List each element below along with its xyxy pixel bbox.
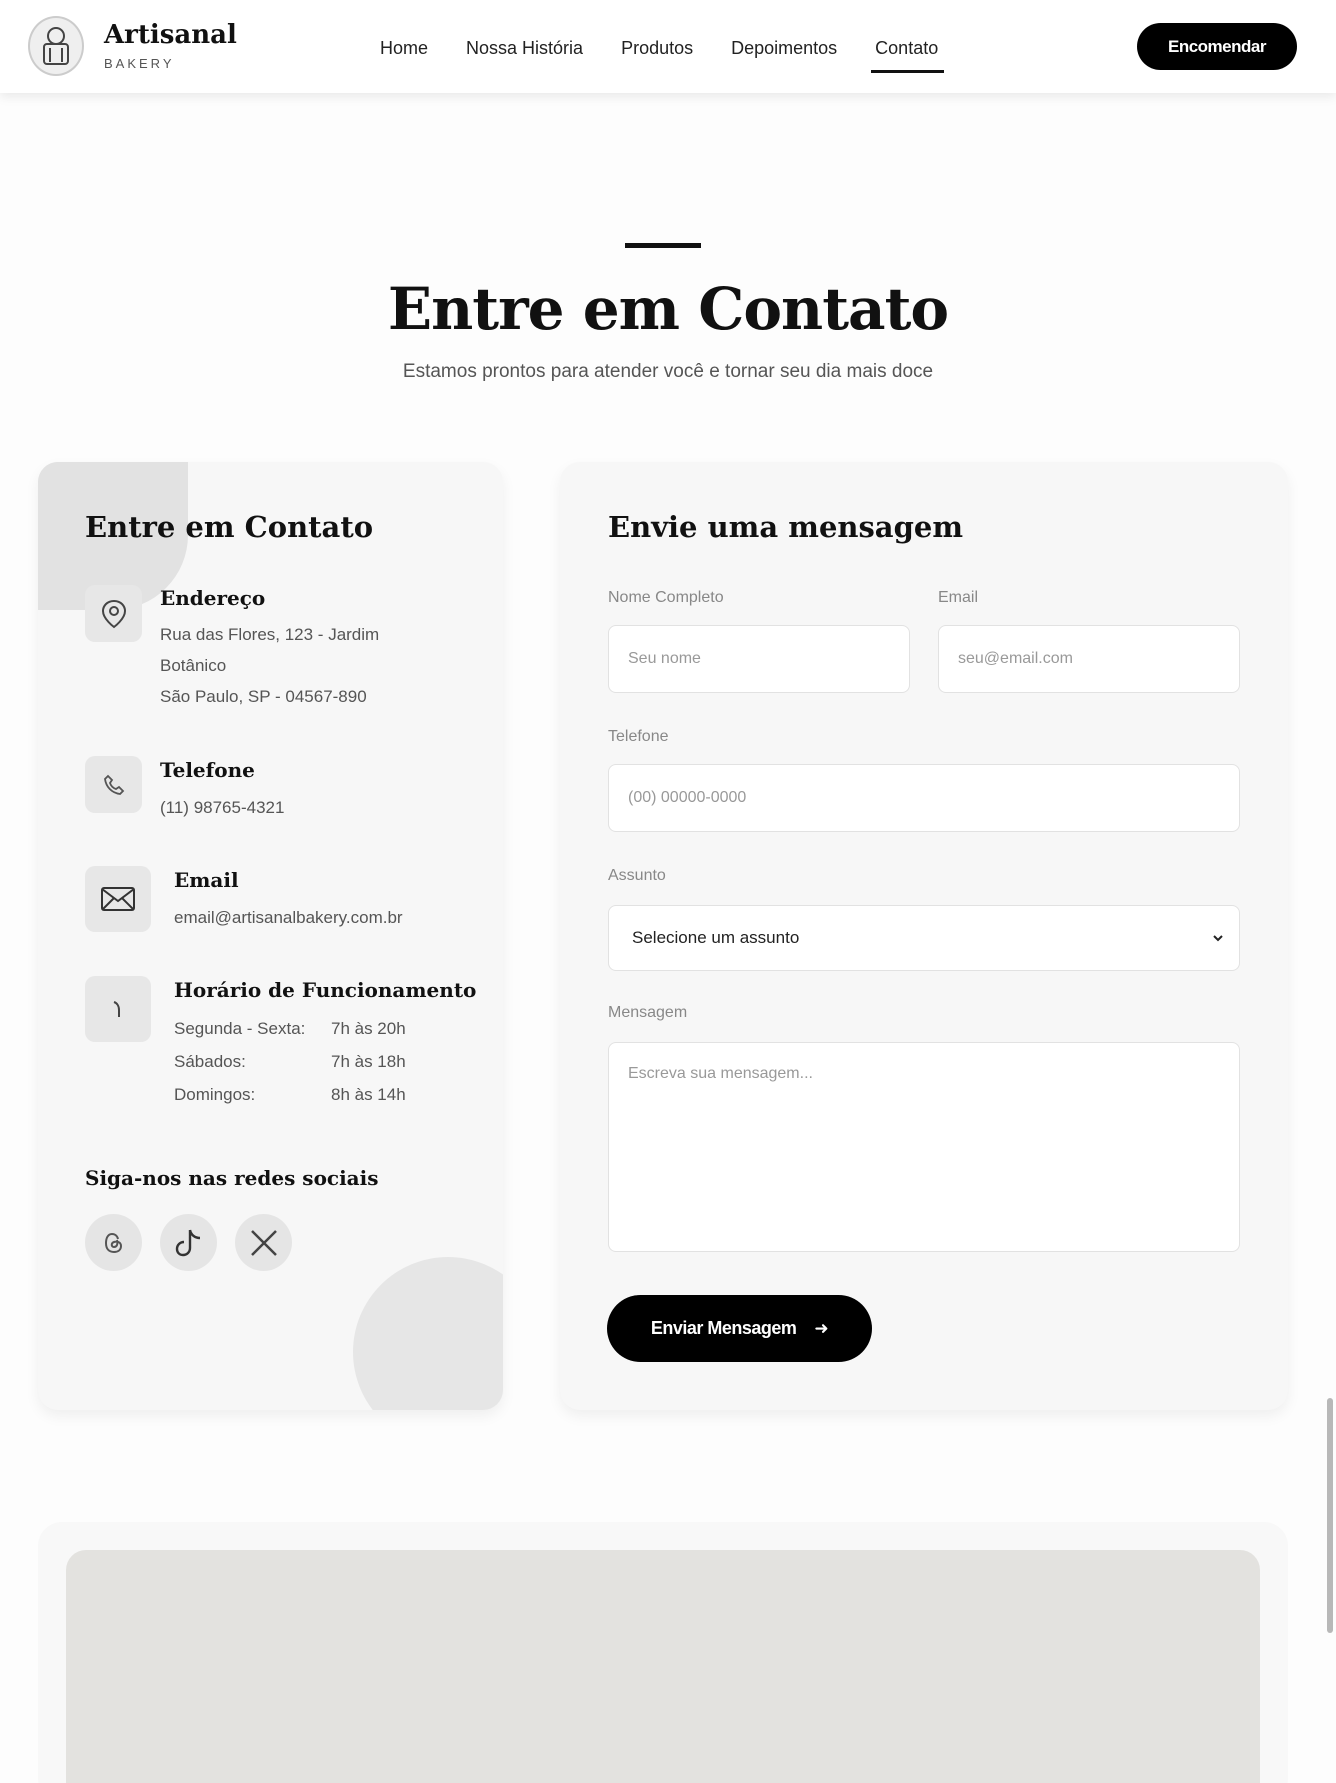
- map-section: [38, 1522, 1288, 1783]
- main-nav: Home Nossa História Produtos Depoimentos…: [380, 38, 976, 73]
- phone-value[interactable]: (11) 98765-4321: [160, 792, 284, 823]
- phone-input[interactable]: (00) 00000-0000: [608, 764, 1240, 832]
- page-scrollbar[interactable]: [1327, 1398, 1333, 1633]
- map-placeholder[interactable]: [66, 1550, 1260, 1783]
- name-input[interactable]: Seu nome: [608, 625, 910, 693]
- hours-time: 7h às 20h: [331, 1019, 406, 1038]
- message-label: Mensagem: [608, 1004, 688, 1021]
- threads-icon[interactable]: [85, 1214, 142, 1271]
- hours-day: Sábados:: [174, 1052, 246, 1071]
- arrow-right-icon: ➜: [814, 1318, 829, 1338]
- hours-row: Sábados: 7h às 18h: [174, 1045, 406, 1078]
- top-navbar: Artisanal BAKERY Home Nossa História Pro…: [0, 0, 1336, 93]
- phone-field-label: Telefone: [608, 728, 669, 745]
- nav-link-home[interactable]: Home: [380, 38, 428, 73]
- address-text: Rua das Flores, 123 - Jardim Botânico Sã…: [160, 619, 379, 712]
- section-subtitle: Estamos prontos para atender você e torn…: [402, 361, 934, 382]
- order-button[interactable]: Encomendar: [1137, 23, 1297, 70]
- subject-selected-value: Selecione um assunto: [632, 928, 800, 947]
- hours-time: 8h às 14h: [331, 1085, 406, 1104]
- brand-subtitle: BAKERY: [104, 55, 175, 71]
- info-card-title: Entre em Contato: [85, 510, 374, 544]
- x-icon[interactable]: [235, 1214, 292, 1271]
- name-label: Nome Completo: [608, 589, 724, 606]
- brand-name: Artisanal: [104, 19, 237, 50]
- address-line-2: Botânico: [160, 656, 227, 675]
- email-label: Email: [174, 868, 239, 892]
- email-value[interactable]: email@artisanalbakery.com.br: [174, 902, 403, 933]
- email-field-label: Email: [938, 589, 979, 606]
- address-line-1: Rua das Flores, 123 - Jardim: [160, 625, 380, 644]
- address-line-3: São Paulo, SP - 04567-890: [160, 687, 367, 706]
- address-label: Endereço: [160, 586, 266, 610]
- phone-label: Telefone: [160, 758, 255, 782]
- social-title: Siga-nos nas redes sociais: [85, 1166, 379, 1190]
- tiktok-icon[interactable]: [160, 1214, 217, 1271]
- email-input[interactable]: seu@email.com: [938, 625, 1240, 693]
- subject-select[interactable]: Selecione um assunto: [608, 905, 1240, 971]
- nav-link-produtos[interactable]: Produtos: [621, 38, 693, 73]
- nav-link-contato[interactable]: Contato: [871, 38, 945, 73]
- hours-day: Domingos:: [174, 1085, 256, 1104]
- nav-link-depoimentos[interactable]: Depoimentos: [731, 38, 837, 73]
- send-message-button[interactable]: Enviar Mensagem ➜: [607, 1295, 872, 1362]
- hours-row: Domingos: 8h às 14h: [174, 1078, 406, 1111]
- mail-icon: [85, 866, 151, 932]
- message-textarea[interactable]: Escreva sua mensagem...: [608, 1042, 1240, 1252]
- subject-label: Assunto: [608, 867, 666, 884]
- bakery-logo-icon: [28, 16, 84, 76]
- chevron-down-icon: [1211, 930, 1225, 950]
- hours-time: 7h às 18h: [331, 1052, 406, 1071]
- section-title: Entre em Contato: [387, 275, 949, 343]
- nav-link-nossa-historia[interactable]: Nossa História: [466, 38, 583, 73]
- section-accent-line: [625, 243, 701, 248]
- hours-row: Segunda - Sexta: 7h às 20h: [174, 1012, 406, 1045]
- brand-logo[interactable]: Artisanal BAKERY: [28, 16, 237, 76]
- form-title: Envie uma mensagem: [608, 510, 964, 544]
- location-pin-icon: [85, 585, 142, 642]
- phone-icon: [85, 756, 142, 813]
- send-message-label: Enviar Mensagem: [650, 1318, 797, 1338]
- decorative-blob-bottom: [353, 1257, 503, 1410]
- hours-label: Horário de Funcionamento: [174, 978, 477, 1002]
- hours-list: Segunda - Sexta: 7h às 20h Sábados: 7h à…: [174, 1012, 406, 1111]
- hours-day: Segunda - Sexta:: [174, 1019, 306, 1038]
- clock-icon: [85, 976, 151, 1042]
- contact-form-card: Envie uma mensagem Nome Completo Seu nom…: [560, 462, 1288, 1410]
